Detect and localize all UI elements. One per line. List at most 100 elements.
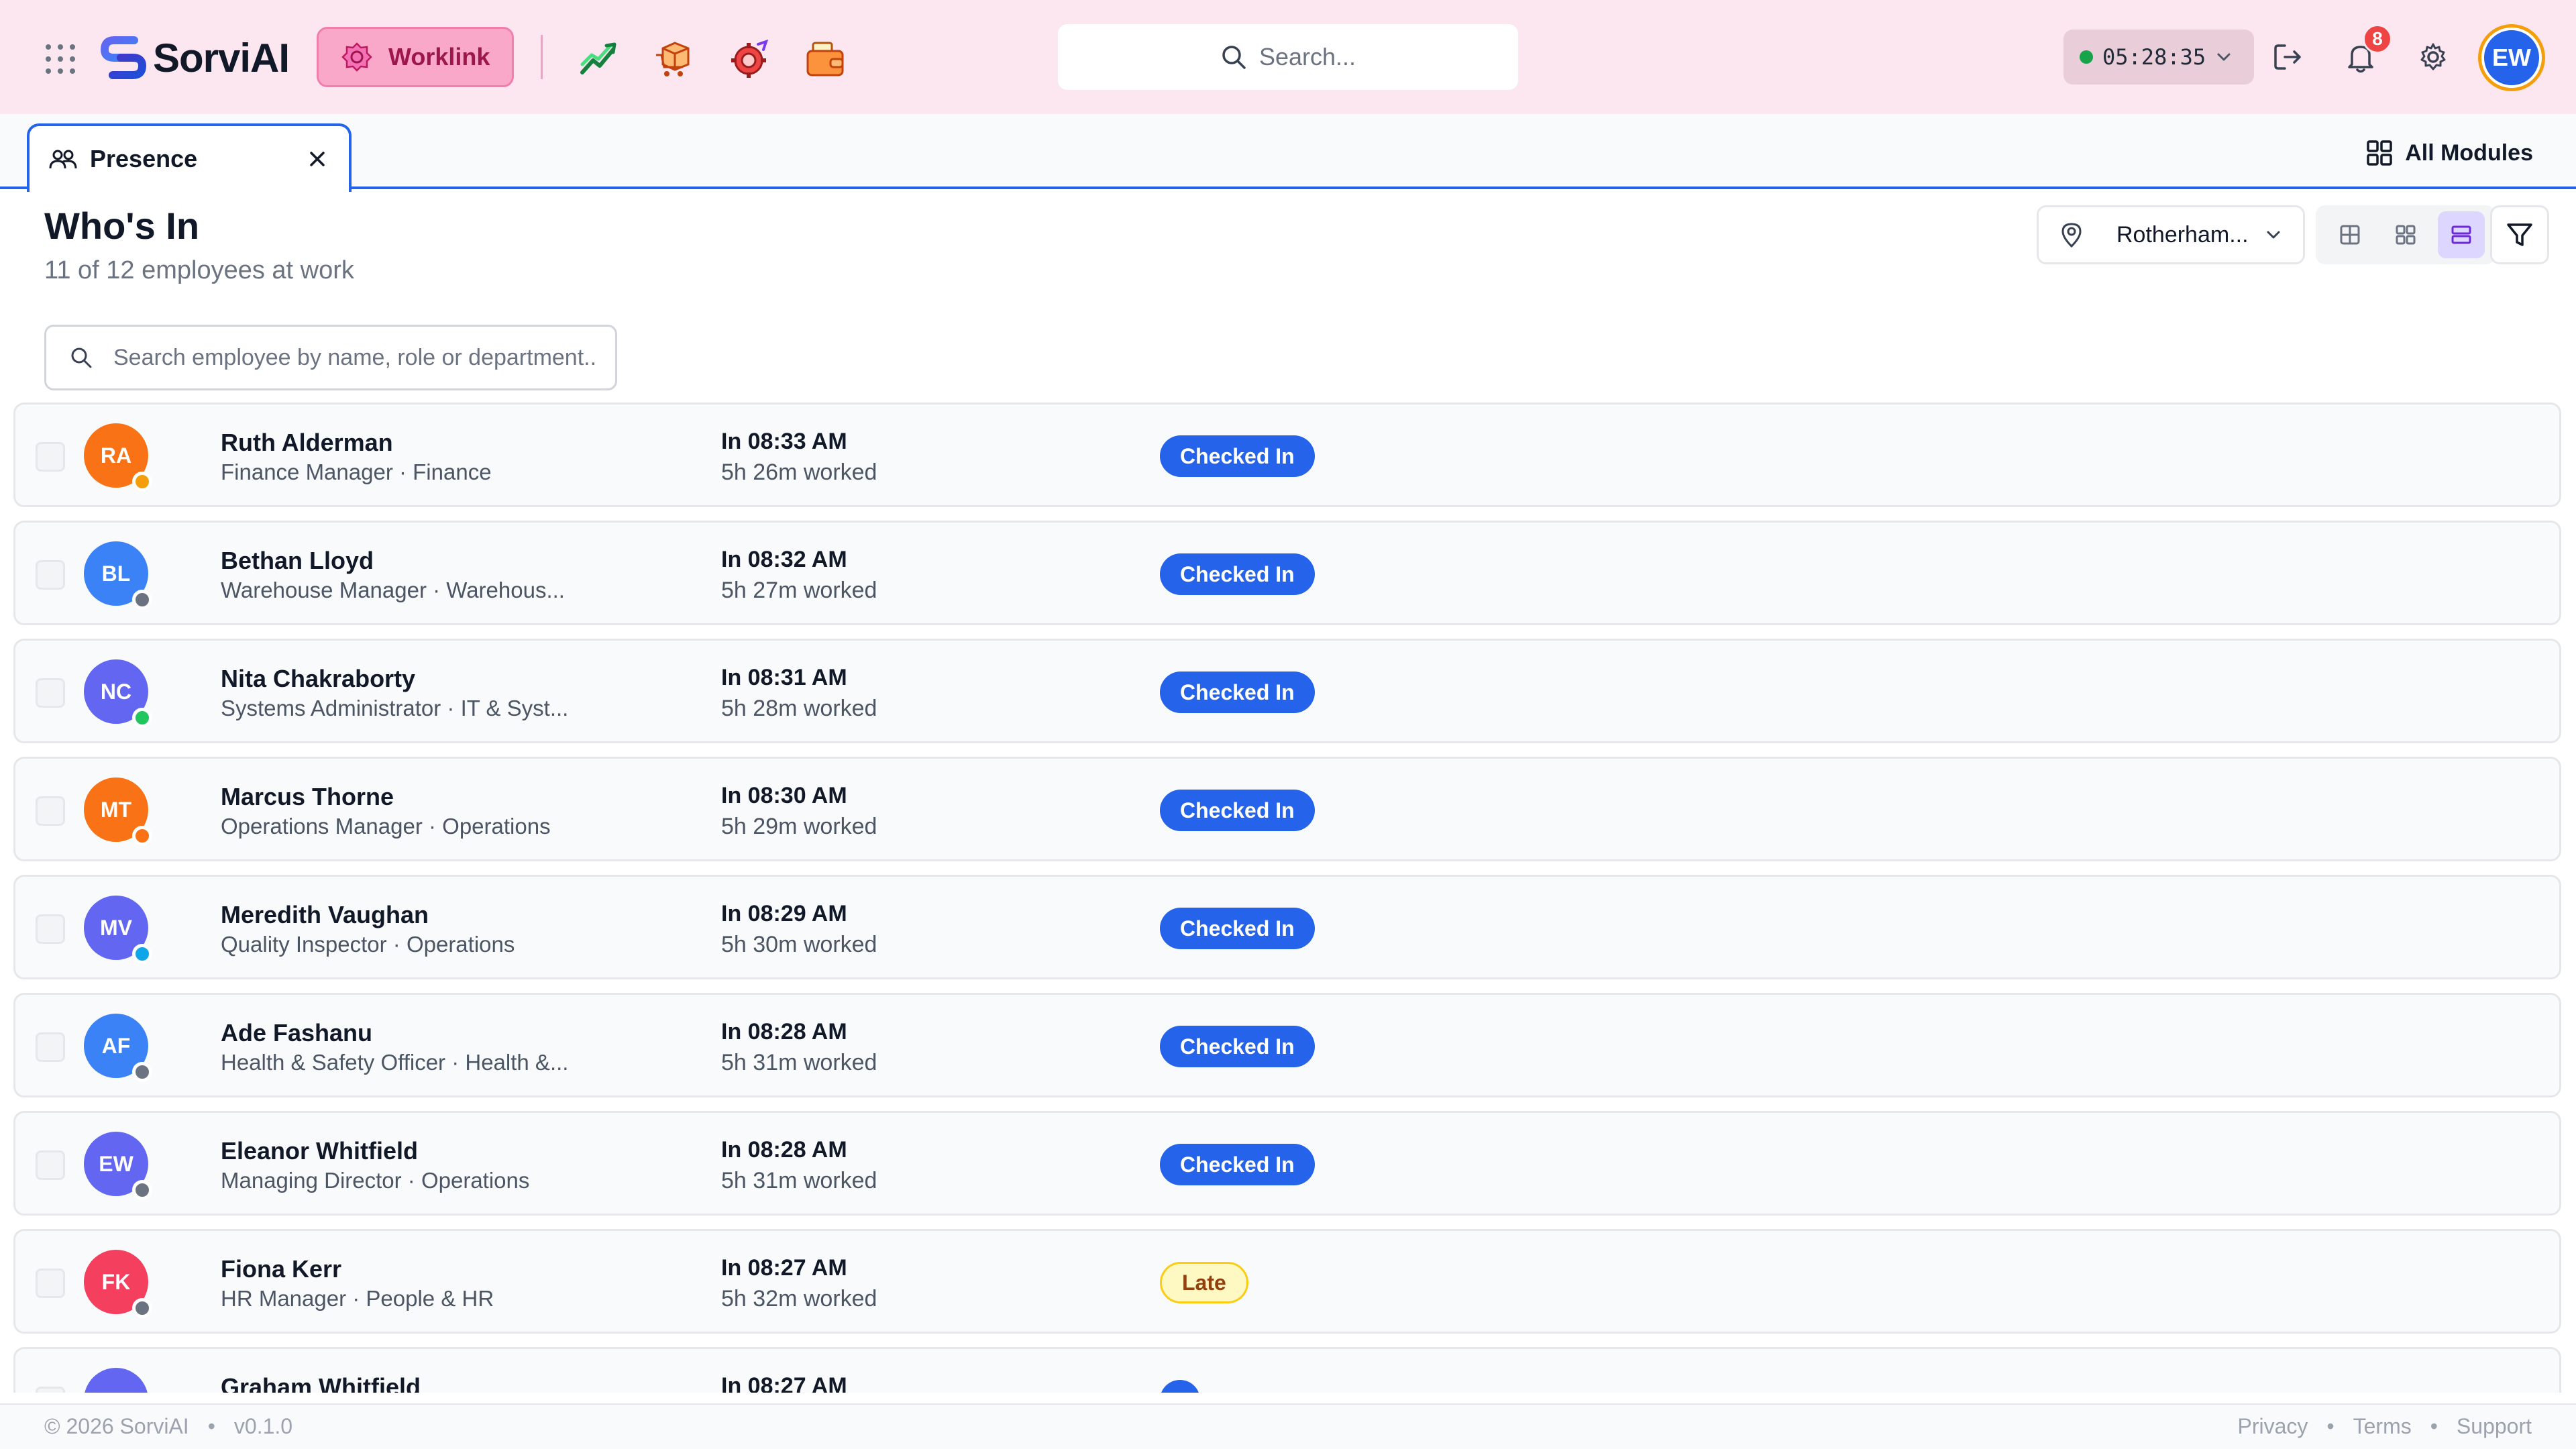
employee-search-input[interactable] xyxy=(113,344,610,371)
app-launcher-grid-icon[interactable] xyxy=(46,44,75,74)
check-in-time: In 08:33 AM xyxy=(721,429,847,454)
employee-name[interactable]: Fiona Kerr xyxy=(221,1255,341,1283)
employee-name[interactable]: Graham Whitfield xyxy=(221,1373,421,1393)
worklink-module-button[interactable]: Worklink xyxy=(317,27,514,87)
employee-name[interactable]: Ruth Alderman xyxy=(221,429,393,457)
close-icon[interactable] xyxy=(306,148,329,170)
footer-separator: • xyxy=(2326,1414,2334,1438)
view-mode-toggle xyxy=(2316,205,2496,264)
employee-row[interactable]: MT Marcus Thorne Operations Manager · Oper… xyxy=(13,757,2561,861)
footer-separator: • xyxy=(207,1414,215,1438)
employee-row[interactable]: RA Ruth Alderman Finance Manager · Finance… xyxy=(13,402,2561,507)
employee-row[interactable]: EW Eleanor Whitfield Managing Director · O… xyxy=(13,1111,2561,1216)
employee-name[interactable]: Ade Fashanu xyxy=(221,1019,372,1047)
work-timer-dropdown[interactable]: 05:28:35 xyxy=(2063,30,2254,85)
wallet-icon[interactable] xyxy=(804,38,847,80)
presence-status-dot xyxy=(132,826,152,846)
employee-name[interactable]: Bethan Lloyd xyxy=(221,547,374,575)
employee-row[interactable]: AF Ade Fashanu Health & Safety Officer · H… xyxy=(13,993,2561,1097)
time-worked: 5h 31m worked xyxy=(721,1168,877,1193)
status-badge: Checked In xyxy=(1160,553,1315,595)
user-avatar-button[interactable]: EW xyxy=(2478,24,2545,91)
avatar-initials: EW xyxy=(99,1151,133,1176)
gear-icon[interactable] xyxy=(2416,40,2450,74)
search-icon xyxy=(71,347,92,368)
card-view-button[interactable] xyxy=(2382,211,2429,258)
avatar-initials: MT xyxy=(100,797,132,822)
privacy-link[interactable]: Privacy xyxy=(2238,1414,2308,1438)
row-checkbox[interactable] xyxy=(36,796,65,826)
employee-name[interactable]: Nita Chakraborty xyxy=(221,665,415,693)
notification-count-badge: 8 xyxy=(2363,24,2392,54)
global-search-input[interactable]: Search... xyxy=(1058,24,1518,90)
users-icon xyxy=(49,150,77,169)
all-modules-button[interactable]: All Modules xyxy=(2366,134,2533,172)
employee-name[interactable]: Meredith Vaughan xyxy=(221,901,429,929)
presence-status-dot xyxy=(132,472,152,492)
employee-name[interactable]: Eleanor Whitfield xyxy=(221,1137,418,1165)
chevron-down-icon xyxy=(2217,53,2231,61)
row-checkbox[interactable] xyxy=(36,1032,65,1062)
employee-role: Warehouse Manager · Warehous... xyxy=(221,578,565,602)
employee-row[interactable]: Graham Whitfield In 08:27 AM xyxy=(13,1347,2561,1393)
sign-out-icon[interactable] xyxy=(2271,40,2305,74)
list-view-button[interactable] xyxy=(2437,211,2485,258)
status-badge: Checked In xyxy=(1160,1144,1315,1185)
delivery-box-icon[interactable] xyxy=(653,38,696,80)
employee-row[interactable]: NC Nita Chakraborty Systems Administrator … xyxy=(13,639,2561,743)
row-checkbox[interactable] xyxy=(36,678,65,708)
all-modules-label: All Modules xyxy=(2405,140,2533,166)
time-worked: 5h 27m worked xyxy=(721,578,877,603)
check-in-time: In 08:27 AM xyxy=(721,1255,847,1281)
tab-presence[interactable]: Presence xyxy=(27,123,352,192)
support-link[interactable]: Support xyxy=(2457,1414,2532,1438)
row-checkbox[interactable] xyxy=(36,442,65,472)
filter-funnel-icon xyxy=(2507,223,2532,246)
tab-presence-label: Presence xyxy=(90,145,198,172)
row-checkbox[interactable] xyxy=(36,1150,65,1180)
timer-value: 05:28:35 xyxy=(2102,44,2206,70)
employee-row[interactable]: FK Fiona Kerr HR Manager · People & HR In 0… xyxy=(13,1229,2561,1334)
time-worked: 5h 26m worked xyxy=(721,460,877,485)
filter-button[interactable] xyxy=(2490,205,2549,264)
page-title: Who's In xyxy=(44,205,200,247)
employee-search-field[interactable] xyxy=(44,325,617,390)
row-checkbox[interactable] xyxy=(36,1269,65,1298)
row-checkbox[interactable] xyxy=(36,1387,65,1393)
presence-status-dot xyxy=(132,1062,152,1082)
status-badge: Checked In xyxy=(1160,790,1315,831)
row-checkbox[interactable] xyxy=(36,560,65,590)
cards-grid-icon xyxy=(2396,225,2416,245)
employee-list: RA Ruth Alderman Finance Manager · Finance… xyxy=(13,402,2561,1393)
time-worked: 5h 31m worked xyxy=(721,1050,877,1075)
employee-name[interactable]: Marcus Thorne xyxy=(221,783,394,811)
status-badge xyxy=(1160,1380,1200,1393)
presence-status-dot xyxy=(132,1298,152,1318)
table-view-button[interactable] xyxy=(2326,211,2373,258)
app-logo[interactable]: SorviAI xyxy=(99,32,290,83)
top-bar: SorviAI Worklink Search... 05:28:35 8 EW xyxy=(0,0,2576,114)
terms-link[interactable]: Terms xyxy=(2353,1414,2412,1438)
page-subtitle: 11 of 12 employees at work xyxy=(44,256,354,284)
employee-role: Systems Administrator · IT & Syst... xyxy=(221,696,569,720)
presence-status-dot xyxy=(132,590,152,610)
check-in-time: In 08:28 AM xyxy=(721,1137,847,1163)
divider xyxy=(541,35,543,79)
employee-row[interactable]: MV Meredith Vaughan Quality Inspector · Op… xyxy=(13,875,2561,979)
gear-target-icon[interactable] xyxy=(729,38,771,80)
avatar-initials: FK xyxy=(101,1269,131,1294)
presence-status-dot xyxy=(132,708,152,728)
presence-status-dot xyxy=(132,944,152,964)
module-label: Worklink xyxy=(388,43,490,70)
row-checkbox[interactable] xyxy=(36,914,65,944)
trend-chart-icon[interactable] xyxy=(578,38,621,80)
status-badge: Checked In xyxy=(1160,1026,1315,1067)
employee-row[interactable]: BL Bethan Lloyd Warehouse Manager · Wareho… xyxy=(13,521,2561,625)
check-in-time: In 08:27 AM xyxy=(721,1373,847,1393)
user-initials: EW xyxy=(2481,28,2542,88)
employee-role: Finance Manager · Finance xyxy=(221,460,492,484)
employee-role: Operations Manager · Operations xyxy=(221,814,551,839)
location-select[interactable]: Rotherham... xyxy=(2037,205,2305,264)
copyright-text: © 2026 SorviAI xyxy=(44,1414,189,1438)
app-name: SorviAI xyxy=(153,35,290,80)
